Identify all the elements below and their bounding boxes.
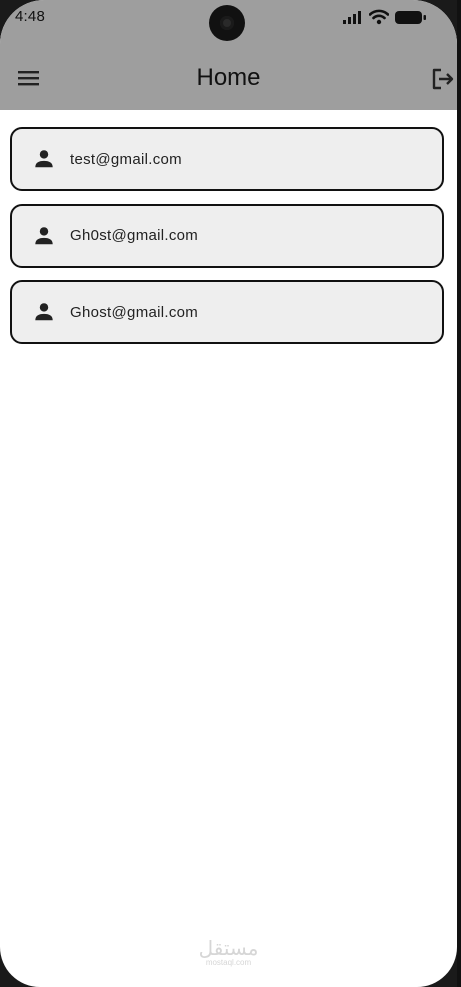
app-bar: 4:48 Home [0,0,457,110]
watermark-text: مستقل [198,936,259,960]
user-card[interactable]: Gh0st@gmail.com [10,203,444,268]
battery-icon [395,10,426,24]
user-card[interactable]: Ghost@gmail.com [10,280,444,344]
user-email: Ghost@gmail.com [70,303,199,321]
watermark-url: mostaql.com [205,958,252,967]
status-time: 4:48 [15,8,45,25]
watermark-logo: مستقل mostaql.com [0,938,457,967]
user-card[interactable]: test@gmail.com [10,127,444,191]
user-email: test@gmail.com [70,150,182,168]
wifi-icon [369,9,389,25]
page-title: Home [196,64,261,91]
person-icon [35,226,53,244]
logout-icon [432,68,454,90]
person-icon [35,303,53,321]
signal-icon [343,11,361,24]
front-camera [209,5,245,41]
logout-button[interactable] [430,66,456,92]
status-icons [343,9,427,25]
device-frame-edge [457,0,461,987]
user-email: Gh0st@gmail.com [70,227,199,244]
user-list: test@gmail.com Gh0st@gmail.com Ghost@gma… [10,127,444,357]
person-icon [35,150,53,168]
phone-screen: 4:48 Home test@gmail.com Gh0st@gmail.com… [0,0,457,987]
